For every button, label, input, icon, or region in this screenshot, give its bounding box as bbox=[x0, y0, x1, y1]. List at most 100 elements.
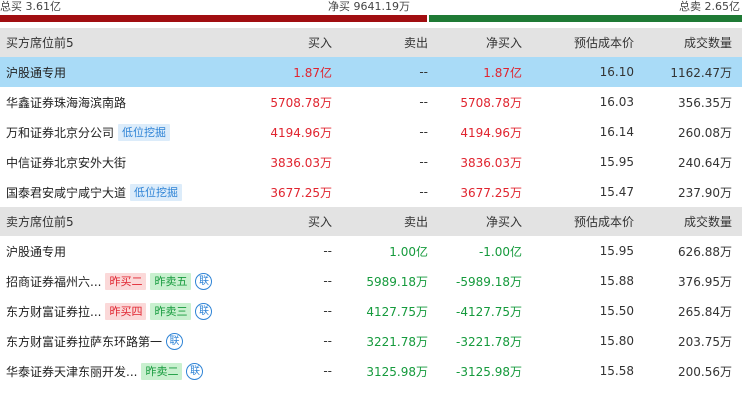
volume: 1162.47万 bbox=[670, 65, 732, 80]
sell-amount: -- bbox=[419, 65, 428, 79]
table-row[interactable]: 中信证券北京安外大街 3836.03万 -- 3836.03万 15.95 240.64万 bbox=[0, 147, 742, 177]
est-cost: 15.50 bbox=[599, 304, 634, 318]
header-net[interactable]: 净买入 bbox=[428, 213, 522, 230]
seat-cell[interactable]: 万和证券北京分公司 低位挖掘 bbox=[0, 123, 246, 141]
table-row[interactable]: 东方财富证券拉... 昨买四 昨卖三联 -- 4127.75万 -4127.75万 15.5… bbox=[0, 296, 742, 326]
net-amount: 3836.03万 bbox=[460, 155, 522, 170]
net-amount: -5989.18万 bbox=[456, 274, 522, 289]
buy-amount: -- bbox=[323, 274, 332, 288]
seat-tag[interactable]: 昨卖三 bbox=[150, 302, 192, 320]
net-amount: 5708.78万 bbox=[460, 95, 522, 110]
header-buy[interactable]: 买入 bbox=[246, 213, 332, 230]
volume: 356.35万 bbox=[678, 95, 732, 110]
header-volume[interactable]: 成交数量 bbox=[634, 34, 732, 51]
seat-name[interactable]: 招商证券福州六... bbox=[6, 273, 101, 290]
section-header: 卖方席位前5 买入 卖出 净买入 预估成本价 成交数量 bbox=[0, 207, 742, 236]
buy-share-bar bbox=[0, 15, 427, 22]
section-header: 买方席位前5 买入 卖出 净买入 预估成本价 成交数量 bbox=[0, 28, 742, 57]
seat-tag[interactable]: 昨买四 bbox=[105, 302, 147, 320]
volume: 200.56万 bbox=[678, 364, 732, 379]
seat-name[interactable]: 东方财富证券拉... bbox=[6, 303, 101, 320]
header-cost[interactable]: 预估成本价 bbox=[522, 213, 634, 230]
seat-name[interactable]: 国泰君安咸宁咸宁大道 bbox=[6, 184, 126, 201]
sell-amount: 3125.98万 bbox=[366, 364, 428, 379]
net-amount: 1.87亿 bbox=[483, 65, 522, 80]
linked-seat-icon[interactable]: 联 bbox=[195, 302, 213, 320]
linked-seat-icon[interactable]: 联 bbox=[166, 332, 184, 350]
seat-cell[interactable]: 东方财富证券拉... 昨买四 昨卖三联 bbox=[0, 302, 246, 320]
buy-amount: -- bbox=[323, 304, 332, 318]
seat-name[interactable]: 万和证券北京分公司 bbox=[6, 124, 114, 141]
sell-amount: 1.00亿 bbox=[389, 244, 428, 259]
summary-line: 总买 3.61亿 净买 9641.19万 总卖 2.65亿 bbox=[0, 0, 742, 14]
sell-amount: -- bbox=[419, 125, 428, 139]
net-amount: -3125.98万 bbox=[456, 364, 522, 379]
sell-amount: -- bbox=[419, 185, 428, 199]
table-row[interactable]: 华泰证券天津东丽开发... 昨卖二联 -- 3125.98万 -3125.98万 15.5… bbox=[0, 356, 742, 386]
table-row[interactable]: 沪股通专用 1.87亿 -- 1.87亿 16.10 1162.47万 bbox=[0, 57, 742, 87]
buy-amount: -- bbox=[323, 244, 332, 258]
header-cost[interactable]: 预估成本价 bbox=[522, 34, 634, 51]
linked-seat-icon[interactable]: 联 bbox=[195, 272, 213, 290]
seat-tag[interactable]: 昨买二 bbox=[105, 272, 147, 290]
total-buy-label: 总买 3.61亿 bbox=[0, 0, 61, 13]
sell-amount: 5989.18万 bbox=[366, 274, 428, 289]
net-amount: 3677.25万 bbox=[460, 185, 522, 200]
header-net[interactable]: 净买入 bbox=[428, 34, 522, 51]
net-amount: 4194.96万 bbox=[460, 125, 522, 140]
seat-cell[interactable]: 东方财富证券拉萨东环路第一联 bbox=[0, 332, 246, 350]
seat-tag[interactable]: 低位挖掘 bbox=[130, 183, 183, 201]
seat-cell[interactable]: 沪股通专用 bbox=[0, 243, 246, 260]
header-seat: 卖方席位前5 bbox=[6, 215, 74, 229]
volume: 203.75万 bbox=[678, 334, 732, 349]
table-row[interactable]: 万和证券北京分公司 低位挖掘 4194.96万 -- 4194.96万 16.14 260.… bbox=[0, 117, 742, 147]
sell-amount: 3221.78万 bbox=[366, 334, 428, 349]
volume: 237.90万 bbox=[678, 185, 732, 200]
seat-cell[interactable]: 华泰证券天津东丽开发... 昨卖二联 bbox=[0, 362, 246, 380]
seat-name[interactable]: 中信证券北京安外大街 bbox=[6, 154, 126, 171]
total-sell-label: 总卖 2.65亿 bbox=[679, 0, 740, 13]
table-row[interactable]: 招商证券福州六... 昨买二 昨卖五联 -- 5989.18万 -5989.18万 15.8… bbox=[0, 266, 742, 296]
table-row[interactable]: 沪股通专用 -- 1.00亿 -1.00亿 15.95 626.88万 bbox=[0, 236, 742, 266]
est-cost: 16.10 bbox=[599, 65, 634, 79]
seat-name[interactable]: 沪股通专用 bbox=[6, 243, 66, 260]
header-sell[interactable]: 卖出 bbox=[332, 213, 428, 230]
est-cost: 15.80 bbox=[599, 334, 634, 348]
net-amount: -3221.78万 bbox=[456, 334, 522, 349]
seat-tag[interactable]: 低位挖掘 bbox=[118, 123, 171, 141]
buy-amount: 3677.25万 bbox=[270, 185, 332, 200]
buy-seats-table: 买方席位前5 买入 卖出 净买入 预估成本价 成交数量 沪股通专用 1.87亿 -- 1.87亿 1… bbox=[0, 28, 742, 207]
seat-name[interactable]: 沪股通专用 bbox=[6, 64, 66, 81]
seat-cell[interactable]: 沪股通专用 bbox=[0, 64, 246, 81]
net-buy-label: 净买 9641.19万 bbox=[328, 0, 410, 13]
table-row[interactable]: 华鑫证券珠海海滨南路 5708.78万 -- 5708.78万 16.03 356.35万 bbox=[0, 87, 742, 117]
sell-amount: -- bbox=[419, 95, 428, 109]
seat-tag[interactable]: 昨卖五 bbox=[150, 272, 192, 290]
buy-amount: 1.87亿 bbox=[293, 65, 332, 80]
seat-cell[interactable]: 国泰君安咸宁咸宁大道 低位挖掘 bbox=[0, 183, 246, 201]
header-buy[interactable]: 买入 bbox=[246, 34, 332, 51]
seat-tag[interactable]: 昨卖二 bbox=[141, 362, 183, 380]
seat-name[interactable]: 华泰证券天津东丽开发... bbox=[6, 363, 137, 380]
seat-cell[interactable]: 中信证券北京安外大街 bbox=[0, 154, 246, 171]
est-cost: 15.88 bbox=[599, 274, 634, 288]
est-cost: 15.95 bbox=[599, 155, 634, 169]
seat-name[interactable]: 东方财富证券拉萨东环路第一 bbox=[6, 333, 162, 350]
buy-amount: 3836.03万 bbox=[270, 155, 332, 170]
seat-cell[interactable]: 华鑫证券珠海海滨南路 bbox=[0, 94, 246, 111]
buy-amount: -- bbox=[323, 334, 332, 348]
linked-seat-icon[interactable]: 联 bbox=[186, 362, 204, 380]
table-row[interactable]: 东方财富证券拉萨东环路第一联 -- 3221.78万 -3221.78万 15.80 20… bbox=[0, 326, 742, 356]
header-volume[interactable]: 成交数量 bbox=[634, 213, 732, 230]
sell-amount: 4127.75万 bbox=[366, 304, 428, 319]
table-row[interactable]: 国泰君安咸宁咸宁大道 低位挖掘 3677.25万 -- 3677.25万 15.47 237… bbox=[0, 177, 742, 207]
seat-name[interactable]: 华鑫证券珠海海滨南路 bbox=[6, 94, 126, 111]
sell-seats-table: 卖方席位前5 买入 卖出 净买入 预估成本价 成交数量 沪股通专用 -- 1.00亿 -1.00亿… bbox=[0, 207, 742, 386]
buy-amount: -- bbox=[323, 364, 332, 378]
est-cost: 15.58 bbox=[599, 364, 634, 378]
header-sell[interactable]: 卖出 bbox=[332, 34, 428, 51]
volume: 260.08万 bbox=[678, 125, 732, 140]
sell-share-bar bbox=[428, 15, 742, 22]
est-cost: 16.03 bbox=[599, 95, 634, 109]
seat-cell[interactable]: 招商证券福州六... 昨买二 昨卖五联 bbox=[0, 272, 246, 290]
